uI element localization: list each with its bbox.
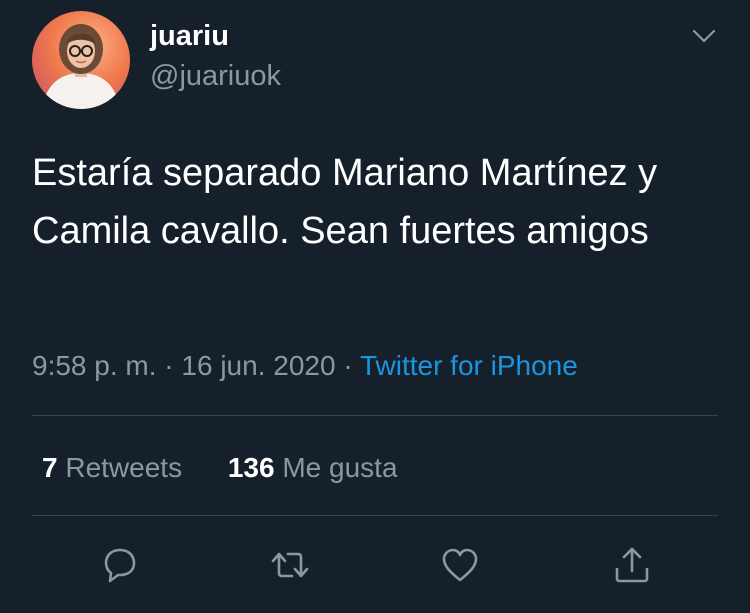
divider [32, 515, 718, 516]
retweets-stat[interactable]: 7 Retweets [42, 450, 182, 486]
tweet-source-link[interactable]: Twitter for iPhone [360, 350, 578, 381]
engagement-stats: 7 Retweets 136 Me gusta [42, 450, 398, 486]
likes-label: Me gusta [282, 452, 398, 483]
tweet-detail: juariu @juariuok Estaría separado Marian… [0, 0, 750, 613]
retweets-label: Retweets [65, 452, 183, 483]
likes-stat[interactable]: 136 Me gusta [228, 450, 398, 486]
likes-count: 136 [227, 452, 275, 483]
retweet-icon[interactable] [268, 543, 312, 587]
user-handle[interactable]: @juariuok [150, 58, 281, 94]
meta-separator: · [343, 350, 353, 381]
display-name[interactable]: juariu [150, 18, 229, 54]
heart-icon[interactable] [438, 543, 482, 587]
avatar[interactable] [32, 11, 130, 109]
tweet-time[interactable]: 9:58 p. m. [32, 350, 157, 381]
chevron-down-icon[interactable] [690, 24, 718, 48]
avatar-image [42, 24, 120, 109]
divider [32, 415, 718, 416]
tweet-date[interactable]: 16 jun. 2020 [181, 350, 335, 381]
tweet-metadata: 9:58 p. m. · 16 jun. 2020 · Twitter for … [32, 348, 578, 384]
retweets-count: 7 [42, 452, 58, 483]
meta-separator: · [164, 350, 174, 381]
share-icon[interactable] [610, 543, 654, 587]
tweet-text: Estaría separado Mariano Martínez y Cami… [32, 152, 658, 252]
reply-icon[interactable] [98, 543, 142, 587]
